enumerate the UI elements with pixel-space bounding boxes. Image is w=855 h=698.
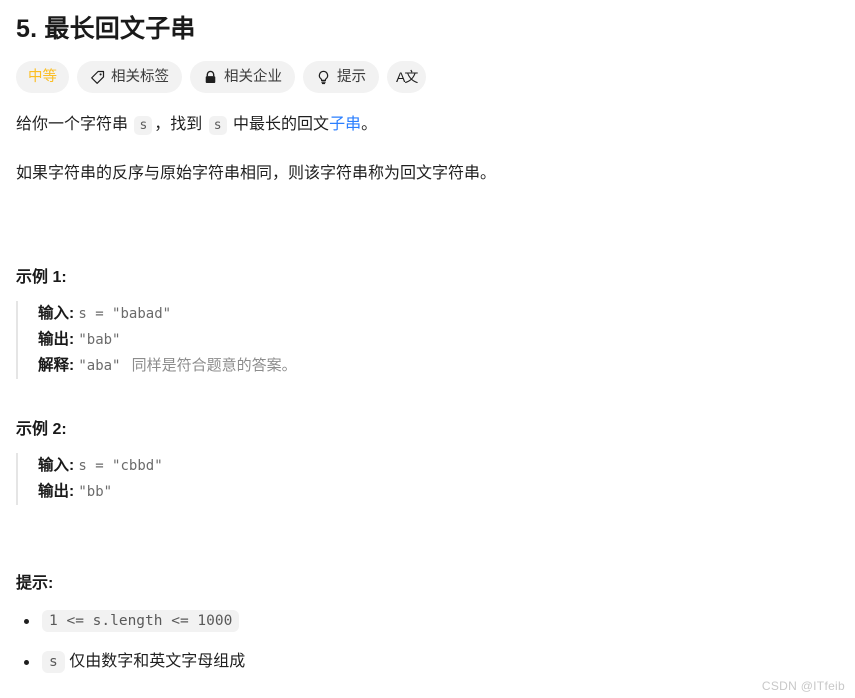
problem-page: 5. 最长回文子串 中等 相关标签 相关企业 提示 A文 给你一个字符串 s ，… [0,0,855,698]
tag-icon [90,70,105,85]
example-1-block: 输入: s = "babad" 输出: "bab" 解释: "aba" 同样是符… [16,301,839,379]
example-line: 输出: "bab" [38,327,839,353]
description-paragraph-1: 给你一个字符串 s ，找到 s 中最长的回文子串。 [16,112,839,139]
related-tags-button[interactable]: 相关标签 [77,61,182,93]
list-item: 1 <= s.length <= 1000 [16,609,839,633]
hint-label: 提示 [337,68,366,85]
desc-text-4: 。 [361,116,378,133]
constraints-list: 1 <= s.length <= 1000 s 仅由数字和英文字母组成 [16,609,839,674]
lightbulb-icon [316,70,331,85]
lock-icon [203,70,218,85]
inline-code-s-1: s [134,116,153,135]
example-line-code: s = "babad" [78,306,172,322]
constraint-code: s [42,651,65,673]
inline-code-s-2: s [208,116,227,135]
difficulty-badge[interactable]: 中等 [16,61,69,93]
constraint-code: 1 <= s.length <= 1000 [42,610,240,632]
example-line-code: "aba" [78,358,121,374]
example-2-block: 输入: s = "cbbd" 输出: "bb" [16,453,839,505]
example-line-label: 输出: [38,483,75,500]
desc-text-1: 给你一个字符串 [16,116,129,133]
page-title: 5. 最长回文子串 [16,15,196,43]
example-line-note: 同样是符合题意的答案。 [131,357,297,374]
related-companies-button[interactable]: 相关企业 [190,61,295,93]
hint-button[interactable]: 提示 [303,61,379,93]
example-line-label: 输入: [38,305,75,322]
example-line-label: 解释: [38,357,75,374]
description-paragraph-2: 如果字符串的反序与原始字符串相同，则该字符串称为回文字符串。 [16,165,497,182]
example-line-code: "bab" [78,332,121,348]
example-line-code: s = "cbbd" [78,458,163,474]
difficulty-label: 中等 [28,68,57,85]
example-line-label: 输入: [38,457,75,474]
translate-icon: A文 [396,69,418,85]
list-item: s 仅由数字和英文字母组成 [16,650,839,674]
constraint-text: 仅由数字和英文字母组成 [69,653,246,670]
example-line: 输出: "bb" [38,479,839,505]
desc-text-3: 中最长的回文 [233,116,330,133]
related-companies-label: 相关企业 [224,68,282,85]
example-line-label: 输出: [38,331,75,348]
problem-meta-badges: 中等 相关标签 相关企业 提示 A文 [16,61,839,93]
csdn-watermark: CSDN @ITfeib [761,679,845,693]
example-2-heading: 示例 2: [16,421,67,438]
example-line: 输入: s = "cbbd" [38,453,839,479]
substring-link[interactable]: 子串 [329,116,361,133]
language-switch-button[interactable]: A文 [387,61,427,93]
constraints-heading: 提示: [16,575,54,592]
related-tags-label: 相关标签 [111,68,169,85]
example-line: 解释: "aba" 同样是符合题意的答案。 [38,353,839,379]
desc-text-2: ，找到 [154,116,203,133]
example-line-code: "bb" [78,484,113,500]
example-1-heading: 示例 1: [16,269,67,286]
example-line: 输入: s = "babad" [38,301,839,327]
